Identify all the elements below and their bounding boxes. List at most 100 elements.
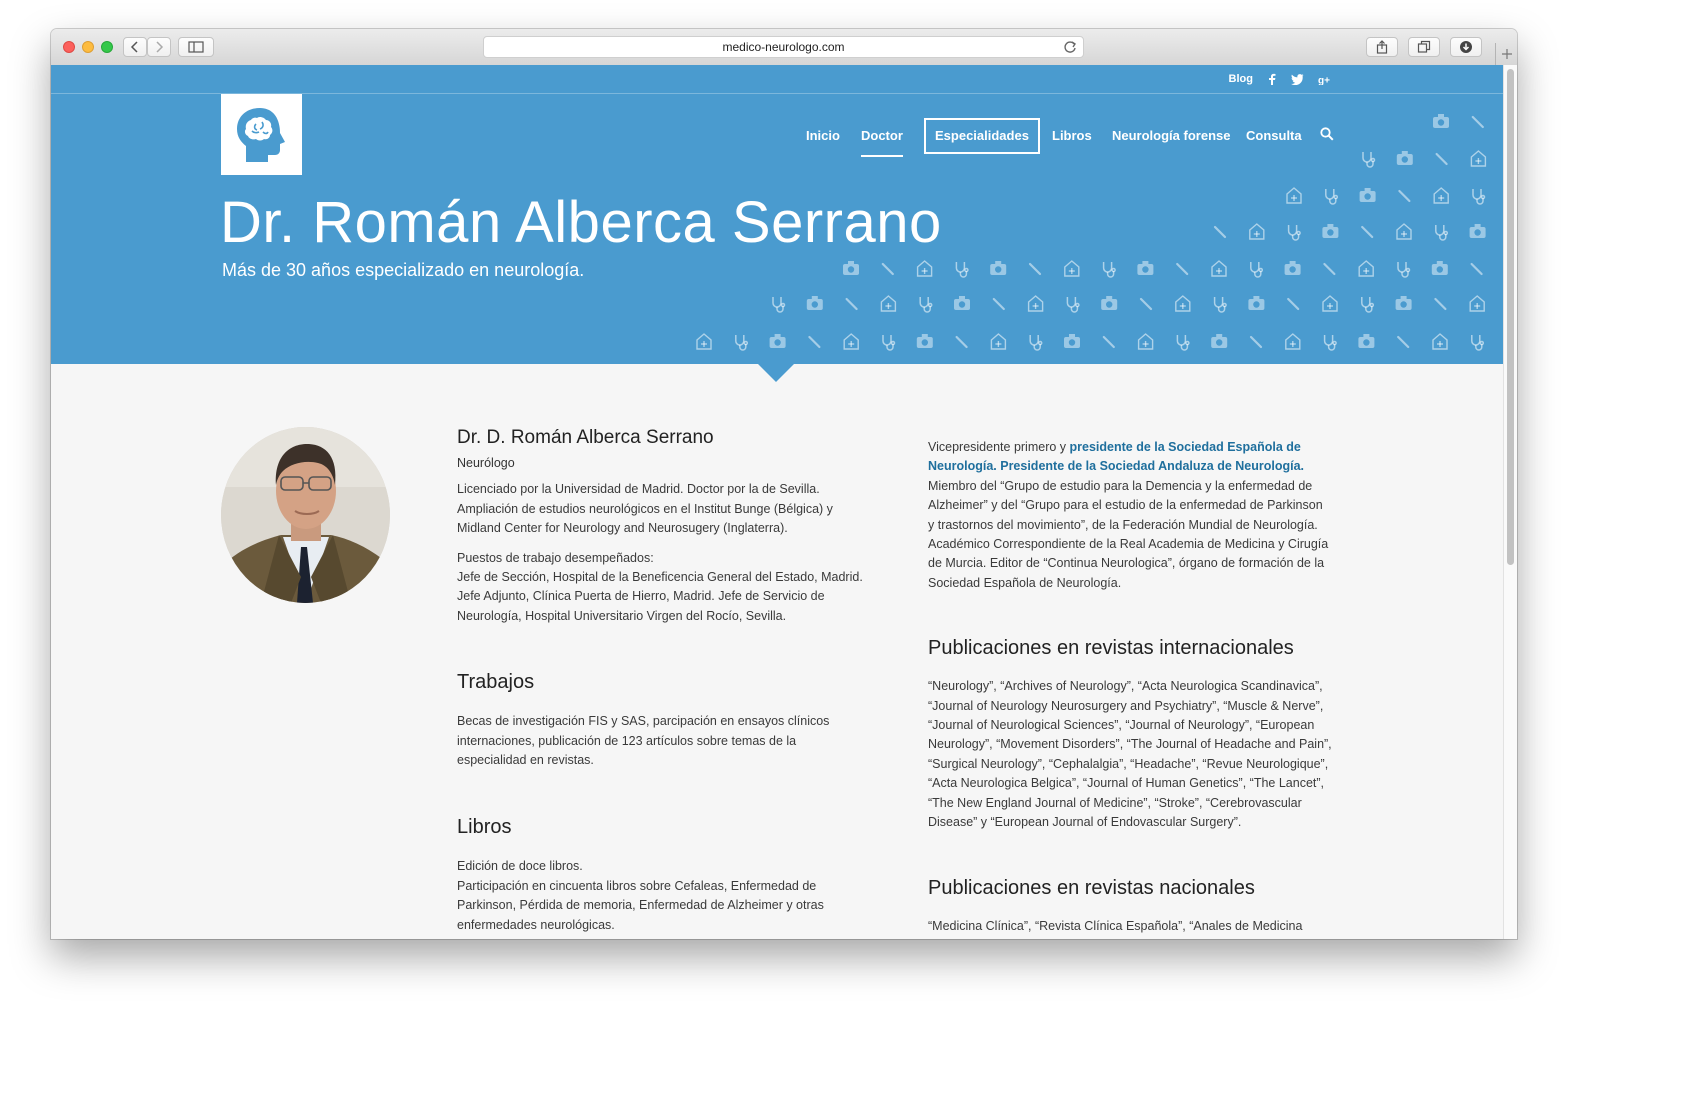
profile-column: Dr. D. Román Alberca Serrano Neurólogo L… (457, 427, 877, 935)
intl-line: “Acta Neurologica Belgica”, “Journal of … (928, 776, 1325, 791)
medkit-icon (1433, 187, 1449, 204)
new-tab-button[interactable] (1495, 43, 1517, 65)
scalpel-icon (992, 297, 1005, 311)
scalpel-icon (1470, 262, 1483, 276)
minimize-window-button[interactable] (82, 41, 94, 53)
honors-text: Vicepresidente primero y presidente de l… (928, 438, 1348, 593)
medkit-icon (1432, 333, 1448, 350)
scrollbar-thumb[interactable] (1507, 69, 1514, 565)
web-page: Blog g+ Inicio Doctor Especialidades Lib… (51, 65, 1503, 939)
sidebar-icon (188, 41, 204, 53)
bio-line: Midland Center for Neurology and Neurosu… (457, 521, 788, 536)
stethoscope-icon (1213, 296, 1227, 313)
twitter-icon[interactable] (1291, 73, 1304, 85)
jobs-line: Jefe Adjunto, Clínica Puerta de Hierro, … (457, 589, 825, 604)
medkit-icon (1285, 333, 1301, 350)
nav-inicio[interactable]: Inicio (806, 117, 840, 155)
honors-link[interactable]: presidente de la Sociedad Española de (1070, 440, 1301, 454)
scalpel-icon (881, 262, 894, 276)
medkit-icon (880, 295, 897, 312)
downloads-button[interactable] (1450, 37, 1482, 57)
intl-line: Neurology”, “Movement Disorders”, “The J… (928, 737, 1332, 752)
honors-line: y trastornos del movimiento”, de la Fede… (928, 517, 1318, 532)
libros-text: Edición de doce libros. Participación en… (457, 857, 877, 935)
jobs-line: Jefe de Sección, Hospital de la Benefice… (457, 570, 863, 585)
doctor-name: Dr. D. Román Alberca Serrano (457, 427, 714, 448)
camera-icon (806, 295, 824, 311)
blog-link[interactable]: Blog (1229, 73, 1253, 85)
back-icon (130, 41, 138, 53)
close-window-button[interactable] (63, 41, 75, 53)
trabajos-text: Becas de investigación FIS y SAS, parcip… (457, 712, 877, 770)
national-publications-text: “Medicina Clínica”, “Revista Clínica Esp… (928, 917, 1348, 936)
back-button[interactable] (123, 37, 147, 57)
search-icon[interactable] (1320, 127, 1334, 141)
medkit-icon (1396, 223, 1412, 240)
camera-icon (953, 295, 971, 311)
doctor-portrait (221, 427, 390, 603)
trabajos-line: internaciones, publicación de 123 artícu… (457, 733, 797, 748)
intl-publications-text: “Neurology”, “Archives of Neurology”, “A… (928, 677, 1348, 832)
nav-libros[interactable]: Libros (1052, 117, 1092, 155)
share-button[interactable] (1366, 37, 1398, 57)
top-links: Blog g+ (1229, 73, 1331, 85)
scalpel-icon (1434, 297, 1447, 311)
tabs-button[interactable] (1408, 37, 1440, 57)
camera-icon (1321, 223, 1340, 239)
stethoscope-icon (1435, 224, 1449, 241)
browser-window: medico-neurologo.com Blog g+ Inicio Doct… (51, 29, 1517, 939)
portrait-image (221, 427, 390, 603)
forward-button[interactable] (147, 37, 171, 57)
address-bar[interactable]: medico-neurologo.com (483, 36, 1084, 58)
medkit-icon (1469, 295, 1485, 312)
hero-subtitle: Más de 30 años especializado en neurolog… (222, 260, 585, 280)
stethoscope-icon (1287, 224, 1301, 241)
stethoscope-icon (1361, 296, 1375, 313)
main-nav: Inicio Doctor Especialidades Libros Neur… (51, 117, 1503, 157)
camera-icon (768, 333, 787, 349)
share-icon (1376, 40, 1388, 54)
honors-link[interactable]: Neurología. Presidente de la Sociedad An… (928, 459, 1304, 473)
nav-neurologia-forense[interactable]: Neurología forense (1112, 117, 1230, 155)
stethoscope-icon (1102, 261, 1116, 278)
hero-banner: Blog g+ Inicio Doctor Especialidades Lib… (51, 65, 1503, 364)
download-icon (1460, 41, 1472, 53)
jobs-title: Puestos de trabajo desempeñados: (457, 550, 654, 565)
google-plus-icon[interactable]: g+ (1318, 74, 1331, 85)
stethoscope-icon (735, 334, 749, 351)
zoom-window-button[interactable] (101, 41, 113, 53)
scalpel-icon (808, 335, 821, 349)
medkit-icon (916, 260, 933, 277)
nav-doctor[interactable]: Doctor (861, 117, 903, 157)
sidebar-button[interactable] (178, 37, 214, 57)
doctor-role: Neurólogo (457, 456, 515, 470)
intl-line: “Journal of Neurology Neurosurgery and P… (928, 698, 1324, 713)
camera-icon (1283, 260, 1302, 276)
nav-especialidades[interactable]: Especialidades (924, 118, 1040, 154)
national-publications-heading: Publicaciones en revistas nacionales (928, 876, 1255, 899)
bio-text: Licenciado por la Universidad de Madrid.… (457, 480, 877, 538)
medkit-icon (1027, 295, 1044, 312)
scalpel-icon (955, 335, 968, 349)
tabs-icon (1417, 40, 1431, 53)
scalpel-icon (1102, 335, 1115, 349)
scalpel-icon (1397, 335, 1410, 349)
page-scrollbar[interactable] (1503, 65, 1517, 939)
camera-icon (1100, 295, 1118, 311)
scalpel-icon (1139, 297, 1153, 311)
svg-text:g+: g+ (1318, 75, 1330, 85)
libros-line: Parkinson, Pérdida de memoria, Enfermeda… (457, 898, 824, 913)
forward-icon (156, 41, 164, 53)
scalpel-icon (1287, 297, 1300, 311)
medkit-icon (990, 333, 1007, 350)
camera-icon (1247, 295, 1266, 311)
medkit-icon (1249, 223, 1265, 240)
plus-icon (1501, 49, 1512, 59)
facebook-icon[interactable] (1267, 73, 1277, 85)
reload-icon[interactable] (1063, 40, 1077, 54)
achievements-column: Vicepresidente primero y presidente de l… (928, 438, 1348, 936)
nav-consulta[interactable]: Consulta (1246, 117, 1302, 155)
bio-line: Ampliación de estudios neurológicos en e… (457, 501, 833, 516)
libros-heading: Libros (457, 816, 512, 839)
camera-icon (1358, 187, 1377, 203)
